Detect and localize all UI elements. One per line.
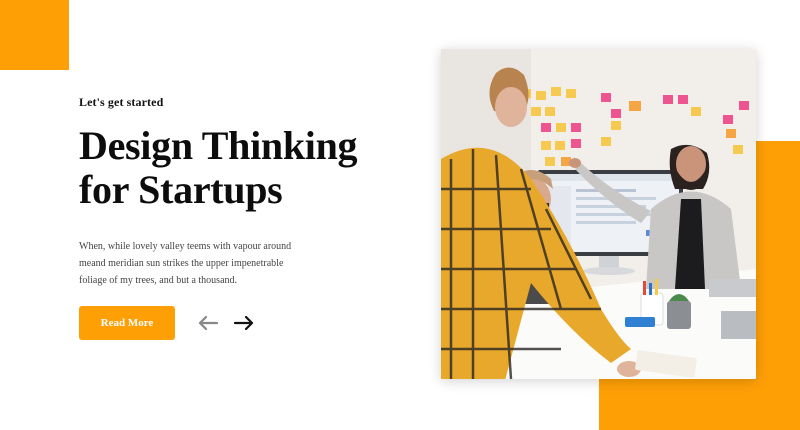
headline-line-1: Design Thinking <box>79 123 358 168</box>
hero-description: When, while lovely valley teems with vap… <box>79 241 292 286</box>
headline-line-2: for Startups <box>79 167 283 212</box>
hero-photo-team-meeting <box>441 49 756 379</box>
hero-eyebrow: Let's get started <box>79 95 164 109</box>
arrow-right-icon[interactable] <box>231 313 257 333</box>
hero-headline: Design Thinking for Startups <box>79 124 419 212</box>
decorative-orange-block-top <box>0 0 69 70</box>
hero-text-section: Let's get started Design Thinking for St… <box>79 95 419 289</box>
cta-row: Read More <box>79 306 257 340</box>
read-more-button[interactable]: Read More <box>79 306 175 340</box>
arrow-left-icon[interactable] <box>195 313 221 333</box>
